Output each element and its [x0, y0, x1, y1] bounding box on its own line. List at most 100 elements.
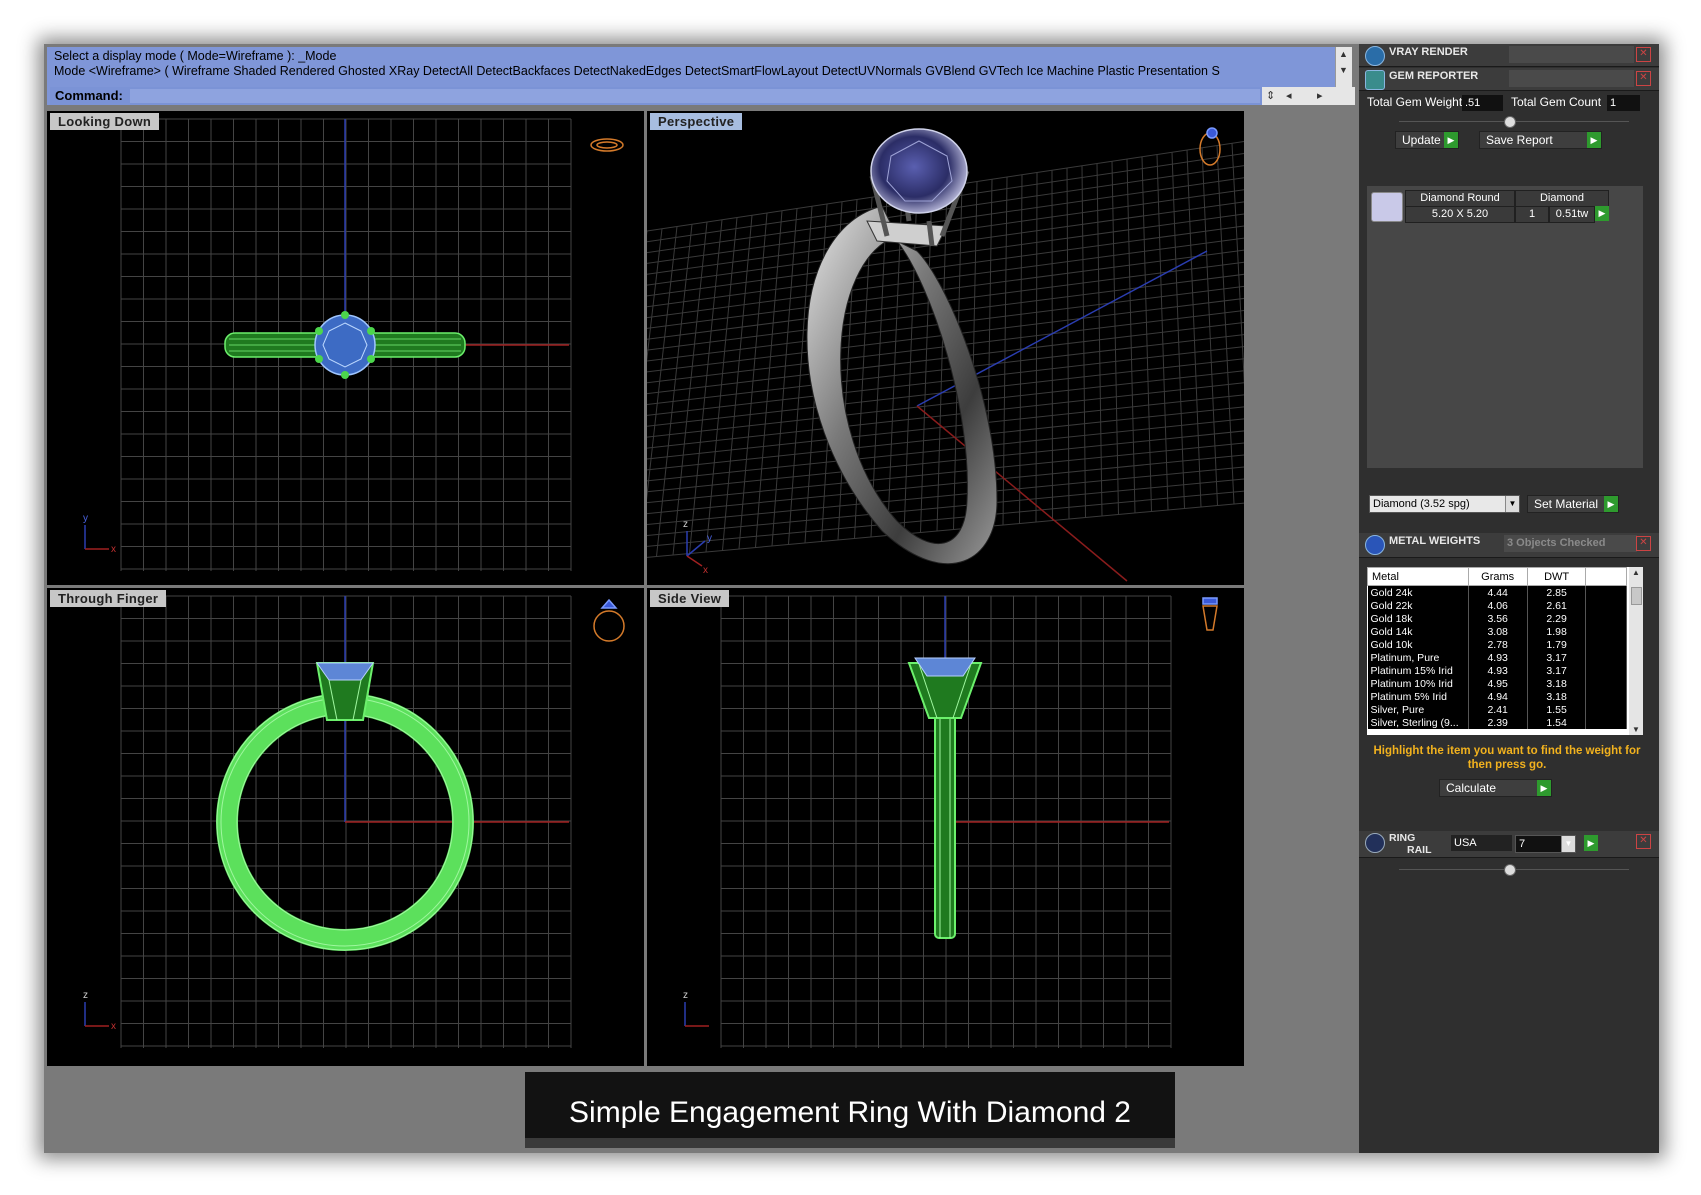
- viewport-looking-down[interactable]: y x Looking Down: [47, 111, 644, 585]
- header-spacer: [1509, 70, 1634, 87]
- vray-icon: [1365, 46, 1385, 66]
- diamond-round-icon: [1371, 192, 1403, 222]
- go-arrow-icon: ▶: [1444, 132, 1458, 148]
- update-button[interactable]: Update ▶: [1395, 131, 1459, 149]
- dwt-cell: 2.61: [1527, 599, 1587, 612]
- empty-cell: [1585, 664, 1627, 677]
- scroll-up-icon[interactable]: ▲: [1632, 568, 1640, 577]
- grams-cell: 4.93: [1468, 651, 1528, 664]
- dwt-cell: 3.17: [1527, 664, 1587, 677]
- metal-name-cell: Platinum 5% Irid: [1367, 690, 1469, 703]
- command-history-line-1: Select a display mode ( Mode=Wireframe )…: [54, 49, 337, 63]
- button-label: Set Material: [1534, 497, 1599, 511]
- viewport-through-finger[interactable]: z x Through Finger: [47, 588, 644, 1066]
- table-row[interactable]: Gold 10k 2.78 1.79: [1367, 638, 1627, 651]
- axis-indicator: y x: [83, 513, 116, 555]
- table-row[interactable]: Gold 22k 4.06 2.61: [1367, 599, 1627, 612]
- close-icon[interactable]: ✕: [1636, 536, 1651, 551]
- table-row[interactable]: Silver, Pure 2.41 1.55: [1367, 703, 1627, 716]
- go-arrow-icon[interactable]: ▶: [1595, 206, 1609, 221]
- vray-render-header[interactable]: VRAY RENDER ✕: [1359, 44, 1659, 67]
- table-row[interactable]: Platinum 15% Irid 4.93 3.17: [1367, 664, 1627, 677]
- gem-list[interactable]: Diamond Round 5.20 X 5.20 Diamond 1 0.51…: [1367, 186, 1643, 468]
- grams-cell: 3.08: [1468, 625, 1528, 638]
- empty-cell: [1585, 585, 1627, 599]
- set-material-button[interactable]: Set Material ▶: [1527, 495, 1619, 513]
- close-icon[interactable]: ✕: [1636, 47, 1651, 62]
- ring-rail-header[interactable]: RING RAIL USA 7 ▼ ▶ ✕: [1359, 831, 1659, 858]
- scroll-right-icon[interactable]: ▸: [1317, 89, 1323, 102]
- table-row[interactable]: Platinum, Pure 4.93 3.17: [1367, 651, 1627, 664]
- command-prompt[interactable]: Command:: [50, 87, 1262, 105]
- table-row[interactable]: Platinum 10% Irid 4.95 3.18: [1367, 677, 1627, 690]
- metal-weights-header[interactable]: METAL WEIGHTS 3 Objects Checked ✕: [1359, 533, 1659, 558]
- scroll-down-icon[interactable]: ▼: [1632, 725, 1640, 734]
- column-header-metal[interactable]: Metal: [1367, 567, 1469, 586]
- updown-icon[interactable]: ⇕: [1266, 89, 1275, 102]
- go-arrow-icon: ▶: [1587, 132, 1601, 148]
- video-caption: Simple Engagement Ring With Diamond 2: [525, 1072, 1175, 1148]
- table-scrollbar[interactable]: ▲ ▼: [1629, 567, 1643, 735]
- metal-weights-table[interactable]: Metal Grams DWT Gold 24k 4.44 2.85 Gold 22k…: [1367, 567, 1643, 735]
- close-icon[interactable]: ✕: [1636, 834, 1651, 849]
- table-row[interactable]: Gold 14k 3.08 1.98: [1367, 625, 1627, 638]
- empty-cell: [1585, 625, 1627, 638]
- metal-name-cell: Silver, Pure: [1367, 703, 1469, 716]
- empty-cell: [1585, 599, 1627, 612]
- material-select[interactable]: Diamond (3.52 spg) ▼: [1369, 495, 1520, 513]
- viewport-perspective[interactable]: z y x Perspective: [647, 111, 1244, 585]
- go-arrow-icon: ▶: [1604, 496, 1618, 512]
- command-history: Select a display mode ( Mode=Wireframe )…: [47, 47, 1355, 105]
- dwt-cell: 2.85: [1527, 585, 1587, 599]
- metal-name-cell: Platinum 10% Irid: [1367, 677, 1469, 690]
- viewport-title[interactable]: Through Finger: [50, 590, 167, 607]
- save-report-button[interactable]: Save Report ▶: [1479, 131, 1602, 149]
- table-row[interactable]: Gold 24k 4.44 2.85: [1367, 585, 1627, 599]
- axis-z-label: z: [83, 990, 88, 1001]
- viewport-title[interactable]: Side View: [650, 590, 730, 607]
- empty-cell: [1585, 651, 1627, 664]
- viewport-title[interactable]: Perspective: [650, 113, 743, 130]
- panel-title: RING RAIL: [1389, 832, 1432, 856]
- empty-cell: [1585, 638, 1627, 651]
- splitter-knob[interactable]: [1504, 116, 1516, 128]
- command-input[interactable]: [130, 89, 1260, 103]
- button-label: Calculate: [1446, 781, 1497, 795]
- viewport-title[interactable]: Looking Down: [50, 113, 160, 130]
- dwt-cell: 1.55: [1527, 703, 1587, 716]
- column-header-dwt[interactable]: DWT: [1526, 567, 1587, 586]
- ring-size-value: 7: [1519, 838, 1526, 850]
- axis-z-label: z: [683, 519, 688, 530]
- button-label: Save Report: [1486, 133, 1553, 147]
- column-header-grams[interactable]: Grams: [1467, 567, 1528, 586]
- gem-reporter-header[interactable]: GEM REPORTER ✕: [1359, 68, 1659, 91]
- dwt-cell: 3.18: [1527, 690, 1587, 703]
- axis-y-label: y: [707, 533, 712, 544]
- scroll-thumb[interactable]: [1631, 587, 1642, 605]
- chevron-down-icon[interactable]: ▼: [1505, 496, 1519, 512]
- calculate-button[interactable]: Calculate ▶: [1439, 779, 1552, 797]
- scroll-down-icon[interactable]: ▼: [1339, 65, 1348, 75]
- axis-z-label: z: [683, 990, 688, 1001]
- gem-list-item[interactable]: Diamond Round 5.20 X 5.20 Diamond 1 0.51…: [1367, 188, 1643, 224]
- scroll-up-icon[interactable]: ▲: [1339, 49, 1348, 59]
- grams-cell: 2.39: [1468, 716, 1528, 729]
- table-row[interactable]: Gold 18k 3.56 2.29: [1367, 612, 1627, 625]
- table-row[interactable]: Platinum 5% Irid 4.94 3.18: [1367, 690, 1627, 703]
- go-arrow-icon[interactable]: ▶: [1584, 835, 1598, 851]
- scroll-left-icon[interactable]: ◂: [1286, 89, 1292, 102]
- table-row[interactable]: Silver, Sterling (9... 2.39 1.54: [1367, 716, 1627, 729]
- total-gem-count-label: Total Gem Count: [1511, 95, 1602, 109]
- close-icon[interactable]: ✕: [1636, 71, 1651, 86]
- viewport-side-view[interactable]: z Side View: [647, 588, 1244, 1066]
- ring-standard-field[interactable]: USA: [1451, 835, 1512, 851]
- axis-indicator: z: [683, 990, 709, 1027]
- grams-cell: 4.44: [1468, 585, 1528, 599]
- empty-cell: [1585, 612, 1627, 625]
- grams-cell: 4.06: [1468, 599, 1528, 612]
- splitter-knob[interactable]: [1504, 864, 1516, 876]
- ring-size-select[interactable]: 7 ▼: [1515, 835, 1576, 853]
- dwt-cell: 3.18: [1527, 677, 1587, 690]
- metal-name-cell: Gold 14k: [1367, 625, 1469, 638]
- chevron-down-icon[interactable]: ▼: [1561, 836, 1575, 852]
